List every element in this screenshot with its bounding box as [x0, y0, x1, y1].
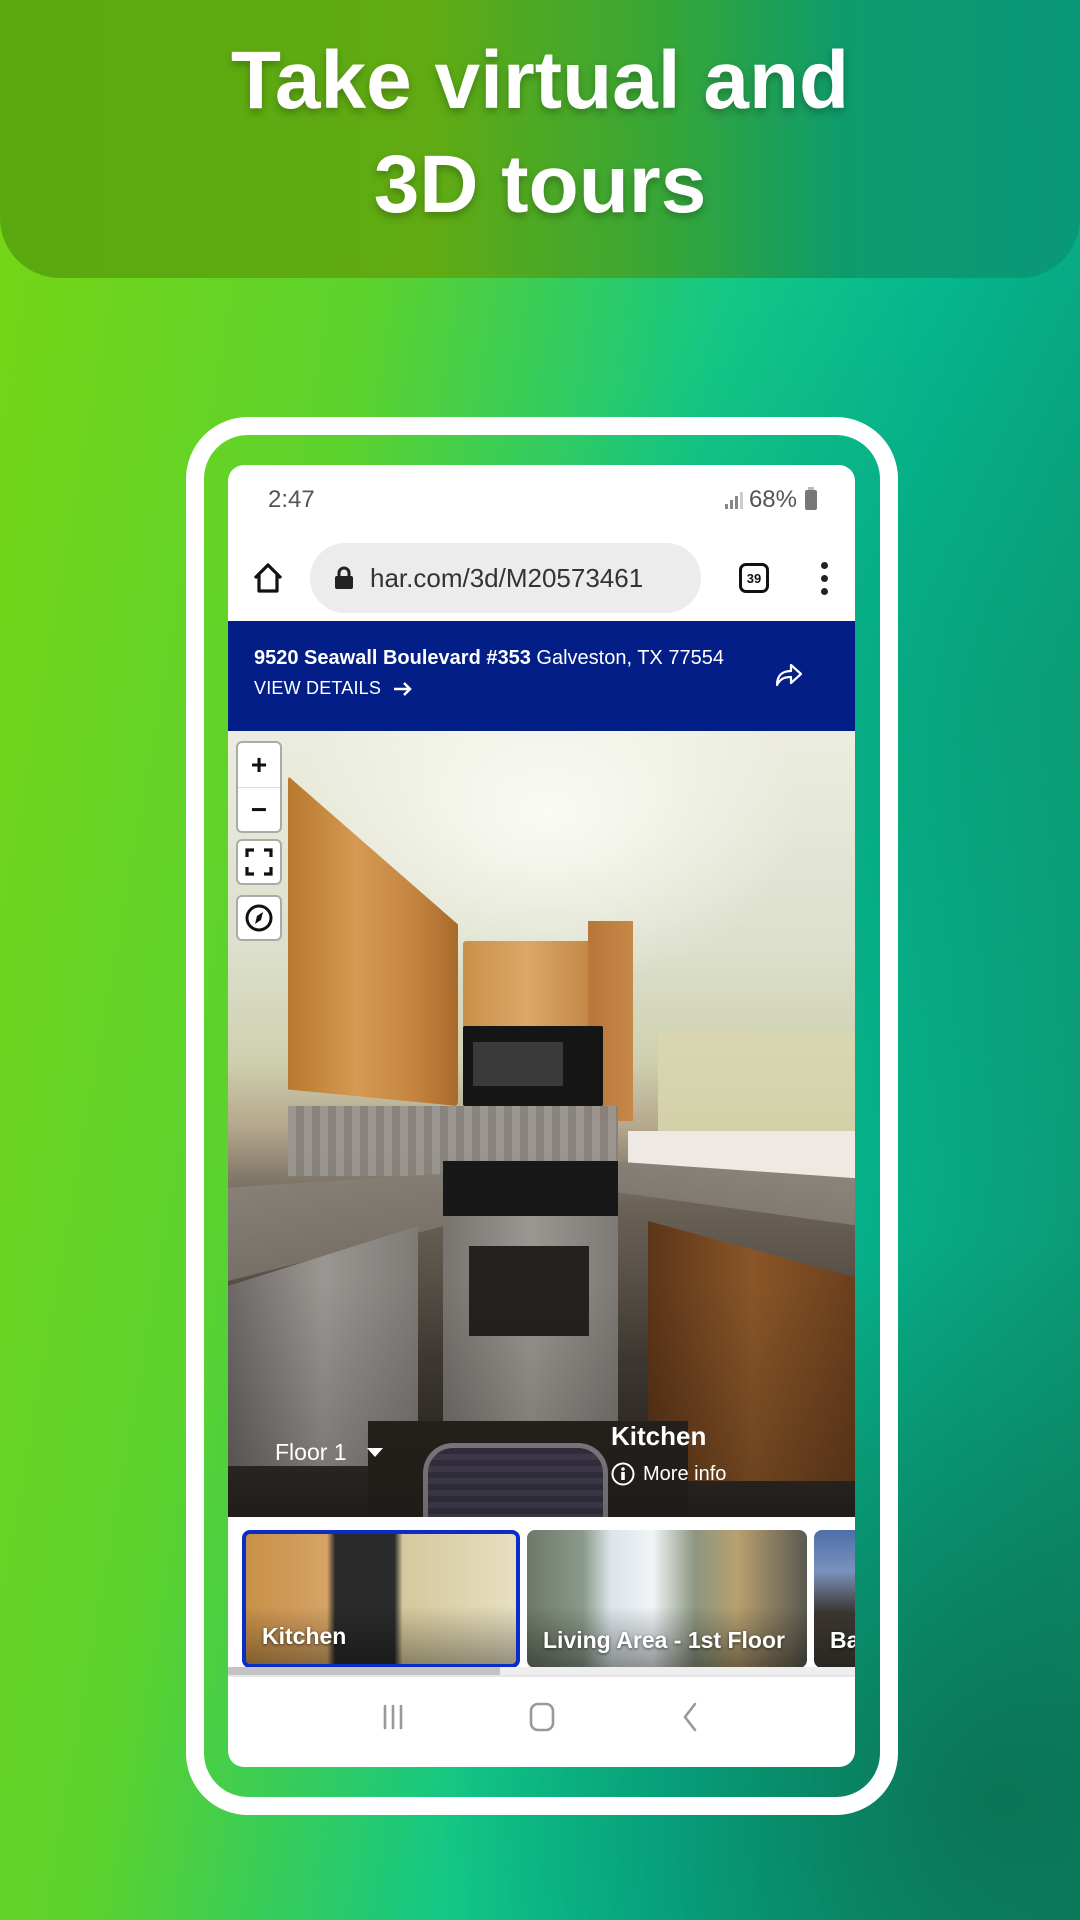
listing-city: Galveston, TX 77554	[536, 647, 724, 669]
headline-line-2: 3D tours	[373, 139, 707, 230]
signal-icon	[724, 491, 743, 509]
lock-icon	[335, 566, 353, 589]
home-nav-icon	[529, 1702, 554, 1732]
url-bar[interactable]: har.com/3d/M20573461	[310, 543, 701, 613]
recents-icon	[383, 1704, 402, 1730]
battery-percent: 68%	[748, 486, 797, 513]
zoom-in-button[interactable]: +	[238, 743, 280, 787]
room-thumbnail-label: Kitchen	[262, 1623, 347, 1649]
floor-label: Floor 1	[275, 1439, 347, 1465]
compass-button[interactable]	[236, 895, 282, 941]
listing-header: 9520 Seawall Boulevard #353 Galveston, T…	[228, 621, 855, 731]
phone-screen: 2:47 68% har.com/3d/M20573461 39 9520 Se…	[228, 465, 855, 1767]
status-bar: 2:47 68%	[228, 465, 855, 535]
thumbnail-scrollbar-thumb[interactable]	[228, 1667, 500, 1675]
fullscreen-icon	[245, 848, 273, 876]
room-thumbnail-partial[interactable]: Ba	[814, 1530, 855, 1667]
room-thumbnail-label: Living Area - 1st Floor	[543, 1627, 785, 1653]
panorama-image[interactable]	[228, 731, 855, 1517]
room-thumbnail-kitchen[interactable]: Kitchen	[242, 1530, 520, 1667]
panorama-viewer[interactable]: + − Floor 1 Kitchen More info	[228, 731, 855, 1517]
listing-street: 9520 Seawall Boulevard #353	[254, 647, 531, 669]
room-name: Kitchen	[611, 1421, 707, 1451]
tab-switcher-button[interactable]: 39	[739, 563, 769, 593]
battery-icon	[805, 487, 817, 510]
home-button[interactable]	[250, 560, 286, 596]
more-info-label: More info	[643, 1462, 727, 1485]
room-info: Kitchen More info	[611, 1421, 726, 1486]
more-vert-icon[interactable]	[809, 558, 839, 598]
info-icon	[611, 1462, 635, 1486]
room-thumbnails: Kitchen Living Area - 1st Floor Ba	[228, 1517, 855, 1667]
recents-button[interactable]	[373, 1697, 413, 1737]
floor-selector[interactable]: Floor 1	[275, 1439, 383, 1466]
promo-banner: Take virtual and 3D tours	[0, 0, 1080, 278]
url-text[interactable]: har.com/3d/M20573461	[370, 563, 643, 594]
arrow-right-icon	[394, 681, 412, 696]
back-icon	[682, 1702, 696, 1732]
promo-headline: Take virtual and 3D tours	[231, 29, 849, 237]
room-thumbnail-label: Ba	[830, 1627, 855, 1653]
home-icon	[253, 563, 283, 593]
compass-icon	[245, 904, 273, 932]
share-icon[interactable]	[773, 659, 805, 689]
zoom-out-button[interactable]: −	[238, 787, 280, 831]
view-details-link[interactable]: VIEW DETAILS	[254, 678, 855, 699]
listing-address: 9520 Seawall Boulevard #353 Galveston, T…	[254, 644, 855, 672]
back-button[interactable]	[671, 1697, 711, 1737]
status-time: 2:47	[268, 486, 315, 513]
browser-toolbar: har.com/3d/M20573461 39	[228, 535, 855, 621]
zoom-controls: + −	[236, 741, 282, 833]
more-info-link[interactable]: More info	[611, 1462, 726, 1486]
thumbnail-scrollbar[interactable]	[228, 1667, 855, 1675]
status-indicators: 68%	[724, 486, 817, 514]
headline-line-1: Take virtual and	[230, 35, 850, 126]
home-nav-button[interactable]	[522, 1697, 562, 1737]
caret-down-icon	[366, 1448, 383, 1457]
system-nav-bar	[228, 1675, 855, 1757]
fullscreen-button[interactable]	[236, 839, 282, 885]
room-thumbnail-living-area[interactable]: Living Area - 1st Floor	[527, 1530, 807, 1667]
view-details-label: VIEW DETAILS	[254, 678, 382, 698]
